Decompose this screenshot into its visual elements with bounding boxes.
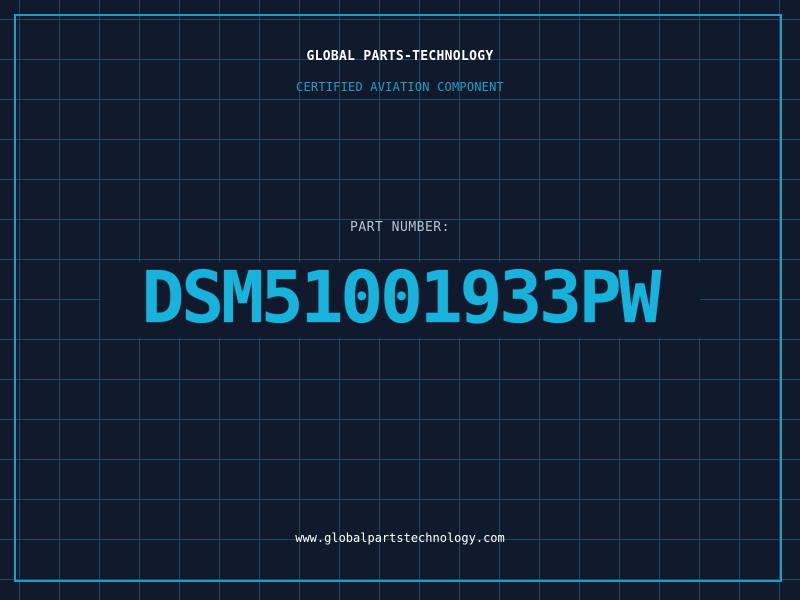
website-url: www.globalpartstechnology.com — [295, 531, 505, 545]
part-number-label: PART NUMBER: — [350, 220, 450, 235]
company-name: GLOBAL PARTS-TECHNOLOGY — [306, 49, 494, 64]
label-card: GLOBAL PARTS-TECHNOLOGY CERTIFIED AVIATI… — [0, 0, 800, 600]
part-number-value: DSM51001933PW — [141, 256, 662, 339]
certification-tagline: CERTIFIED AVIATION COMPONENT — [296, 80, 504, 94]
